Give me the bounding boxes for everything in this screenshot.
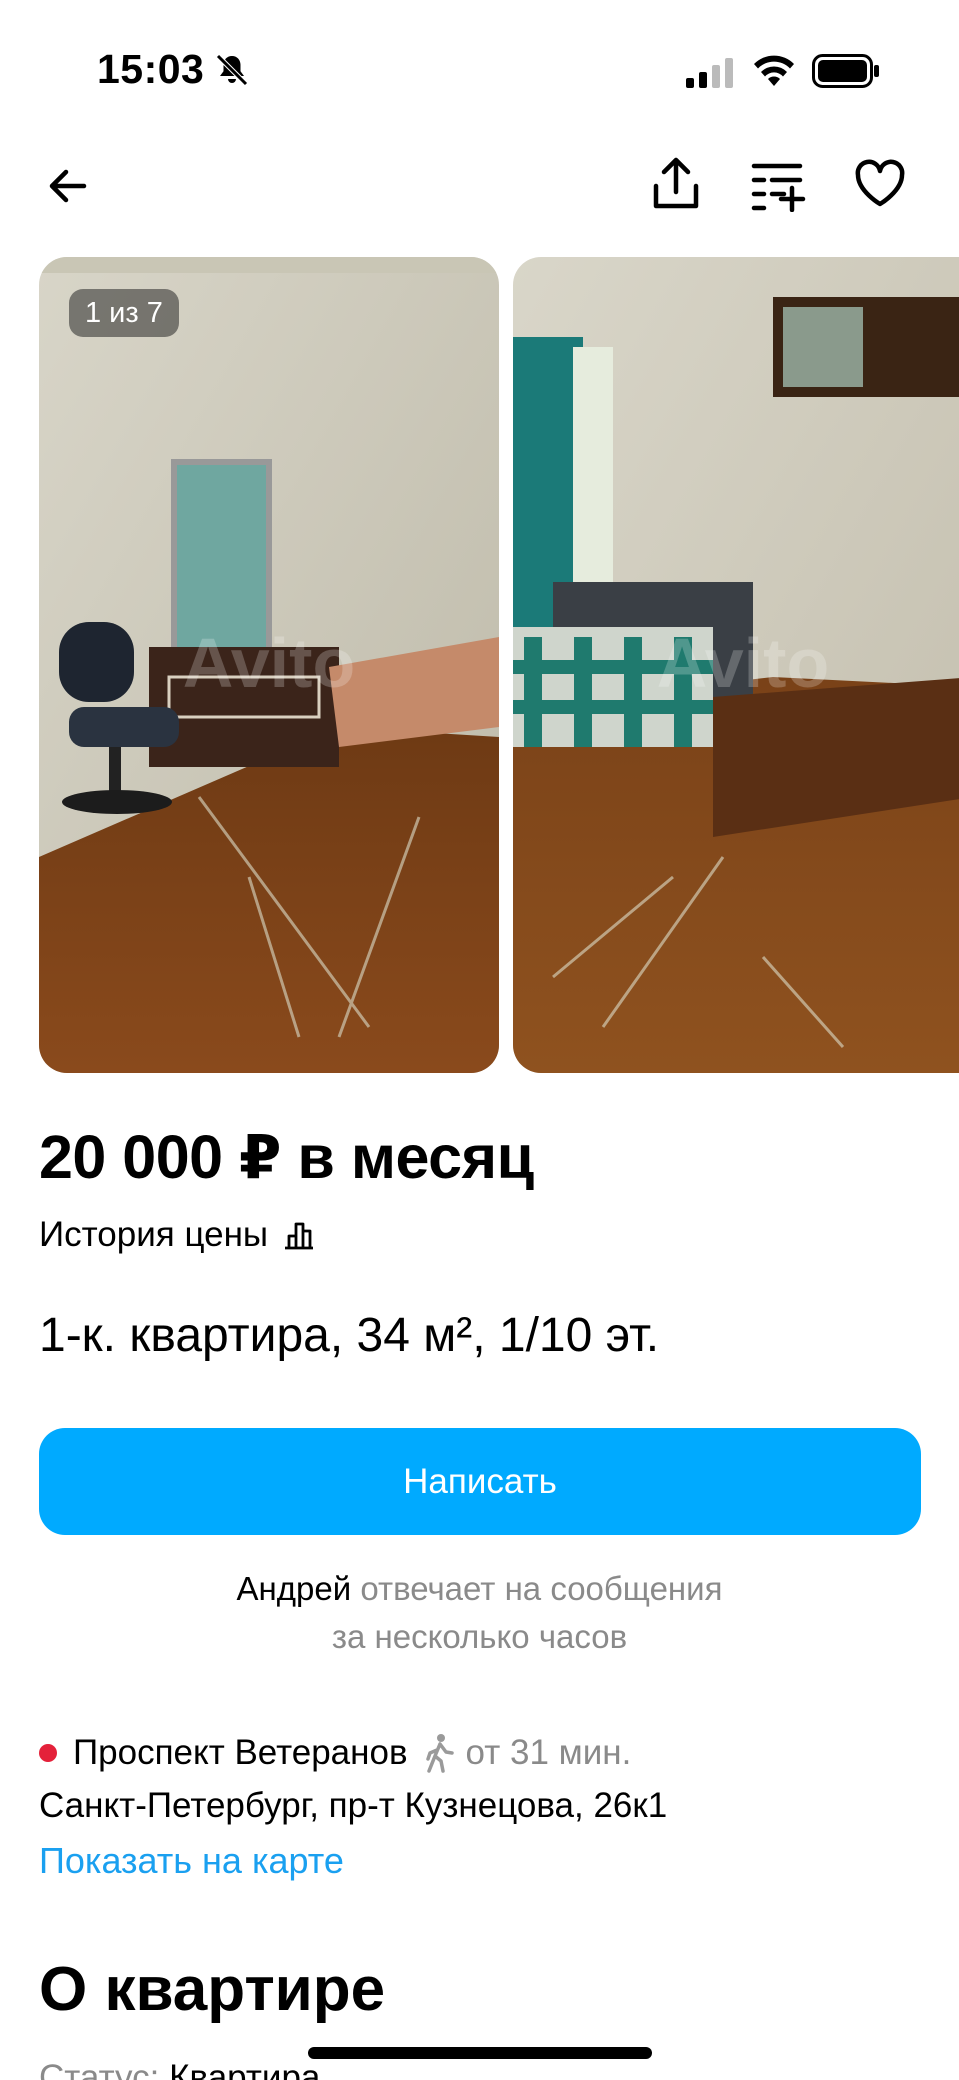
status-value: Квартира [169,2058,321,2080]
metro-line-dot [39,1744,57,1762]
watermark: Avito [183,624,355,702]
walk-time: от 31 мин. [465,1733,632,1772]
seller-name[interactable]: Андрей [237,1570,352,1607]
listing-price: 20 000 ₽ в месяц [39,1123,534,1191]
compare-list-icon[interactable] [750,156,806,212]
listing-photo-2[interactable]: Avito [513,257,959,1073]
status-label: Статус: [39,2058,160,2080]
price-history-link[interactable]: История цены [39,1215,316,1255]
reply-line-2: за несколько часов [331,1618,628,1655]
listing-title: 1-к. квартира, 34 м², 1/10 эт. [39,1309,660,1362]
address: Санкт-Петербург, пр-т Кузнецова, 26к1 [39,1786,668,1825]
heart-icon[interactable] [852,156,908,212]
share-icon[interactable] [648,154,704,214]
write-message-button[interactable]: Написать [39,1428,921,1535]
photo-gallery[interactable]: Avito Avito [0,257,959,1073]
metro-station: Проспект Ветеранов [73,1733,408,1772]
status-row: Статус: Квартира [39,2058,320,2080]
home-indicator[interactable] [308,2047,652,2059]
bell-off-icon [214,52,250,88]
watermark: Avito [657,624,829,702]
about-section-heading: О квартире [39,1955,386,2024]
status-time: 15:03 [97,46,205,92]
show-on-map-link[interactable]: Показать на карте [39,1840,344,1882]
metro-info: Проспект Ветеранов от 31 мин. [39,1733,631,1773]
reply-line-1: отвечает на сообщения [360,1570,723,1607]
seller-reply-note: Андрей отвечает на сообщения за нескольк… [0,1565,959,1661]
listing-photo-1[interactable]: Avito [39,257,499,1073]
walking-person-icon [422,1733,456,1773]
price-history-label: История цены [39,1215,269,1254]
cellular-signal-icon [686,56,736,88]
battery-icon [812,54,880,88]
status-bar: 15:03 [0,0,959,140]
wifi-icon [752,52,796,88]
bar-chart-icon [282,1218,316,1252]
back-arrow-icon[interactable] [40,158,96,214]
photo-counter-badge: 1 из 7 [69,289,179,337]
